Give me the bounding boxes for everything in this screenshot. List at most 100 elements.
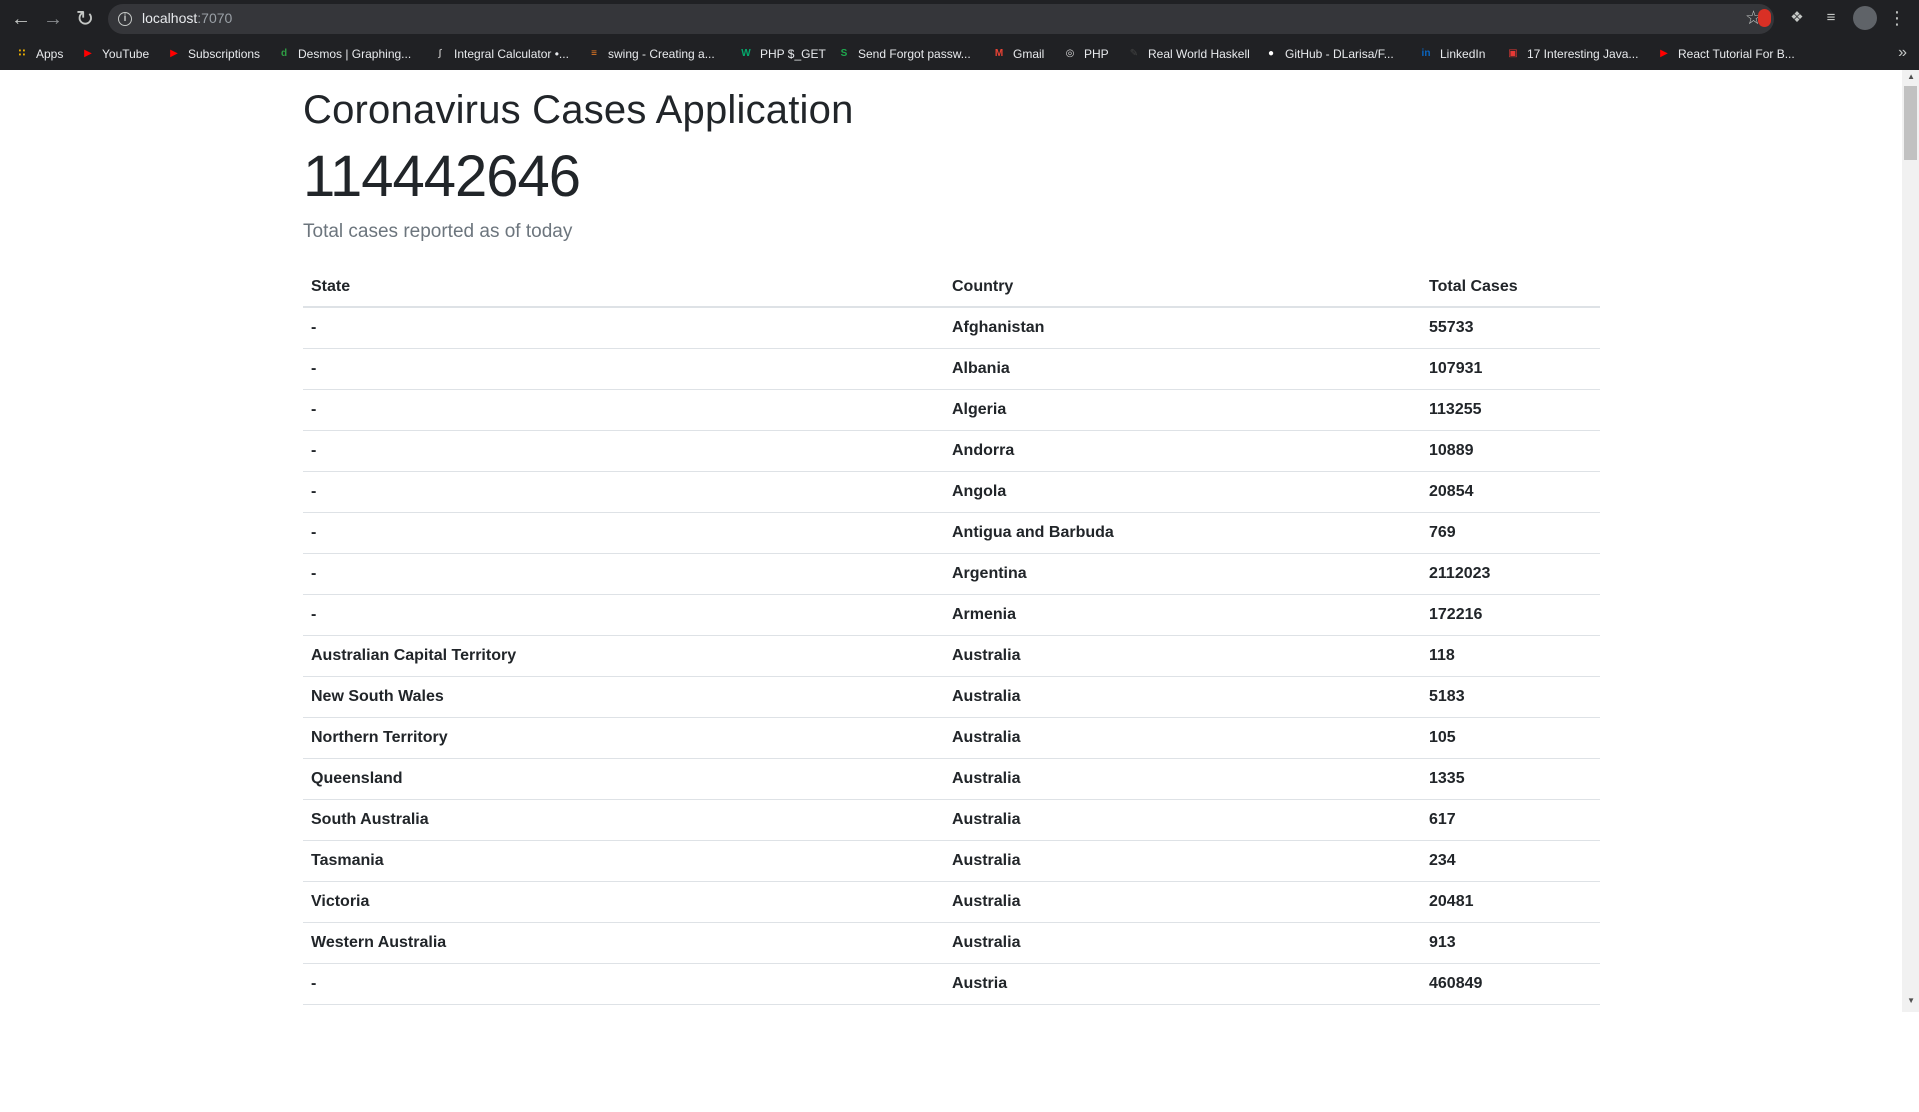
vertical-scrollbar[interactable] — [1902, 70, 1919, 1012]
globe-icon: ◎ — [1065, 48, 1075, 59]
cell-country: Algeria — [944, 389, 1421, 431]
bookmark-item[interactable]: ▶ YouTube — [80, 43, 149, 65]
bookmark-label: GitHub - DLarisa/F... — [1285, 47, 1394, 61]
cases-table: State Country Total Cases - Afghanistan 55… — [303, 268, 1600, 1005]
bookmark-item[interactable]: ∫ Integral Calculator •... — [432, 43, 569, 65]
bookmark-item[interactable]: ▶ Subscriptions — [166, 43, 260, 65]
column-header-total-cases: Total Cases — [1421, 268, 1600, 308]
scroll-up-arrow-icon[interactable]: ▲ — [1907, 72, 1915, 81]
bookmark-item[interactable]: ● GitHub - DLarisa/F... — [1263, 43, 1394, 65]
reload-icon[interactable]: ↻ — [72, 6, 98, 32]
cell-state: - — [303, 553, 944, 595]
total-cases-caption: Total cases reported as of today — [303, 221, 573, 242]
cell-total-cases: 20854 — [1421, 471, 1600, 513]
cell-country: Antigua and Barbuda — [944, 512, 1421, 554]
site-info-icon[interactable]: i — [118, 12, 132, 26]
cell-country: Australia — [944, 676, 1421, 718]
table-row: - Andorra 10889 — [303, 430, 1600, 472]
total-cases-value: 114442646 — [303, 144, 581, 209]
bookmark-label: LinkedIn — [1440, 47, 1486, 61]
table-row: Western Australia Australia 913 — [303, 922, 1600, 964]
profile-avatar[interactable] — [1853, 6, 1877, 30]
table-row: New South Wales Australia 5183 — [303, 676, 1600, 718]
cell-state: Tasmania — [303, 840, 944, 882]
url-text[interactable]: localhost:7070 — [142, 10, 232, 26]
bookmark-label: Send Forgot passw... — [858, 47, 971, 61]
address-bar[interactable]: i localhost:7070 ☆ — [108, 4, 1774, 34]
cell-country: Afghanistan — [944, 307, 1421, 349]
cell-total-cases: 55733 — [1421, 307, 1600, 349]
table-row: - Afghanistan 55733 — [303, 307, 1600, 349]
browser-toolbar: ← → ↻ i localhost:7070 ☆ ❖ ≡ ⋮ — [0, 0, 1919, 37]
cell-country: Australia — [944, 717, 1421, 759]
bookmark-item[interactable]: in LinkedIn — [1418, 43, 1486, 65]
bookmark-label: Integral Calculator •... — [454, 47, 569, 61]
bookmark-item[interactable]: M Gmail — [991, 43, 1045, 65]
bookmark-item[interactable]: ▣ 17 Interesting Java... — [1505, 43, 1638, 65]
scroll-down-arrow-icon[interactable]: ▼ — [1907, 996, 1915, 1005]
cell-total-cases: 172216 — [1421, 594, 1600, 636]
cell-total-cases: 913 — [1421, 922, 1600, 964]
desmos-icon: d — [280, 48, 288, 59]
cell-state: South Australia — [303, 799, 944, 841]
table-row: - Antigua and Barbuda 769 — [303, 512, 1600, 554]
reading-list-icon[interactable]: ≡ — [1820, 7, 1842, 29]
cell-country: Albania — [944, 348, 1421, 390]
bookmark-item[interactable]: W PHP $_GET — [738, 43, 826, 65]
sitepoint-icon: S — [840, 48, 848, 59]
page-title: Coronavirus Cases Application — [303, 88, 854, 132]
recording-extension-icon[interactable] — [1758, 9, 1771, 27]
cell-state: - — [303, 307, 944, 349]
table-row: Northern Territory Australia 105 — [303, 717, 1600, 759]
bookmark-item[interactable]: ≡ swing - Creating a... — [586, 43, 715, 65]
cell-country: Argentina — [944, 553, 1421, 595]
github-icon: ● — [1267, 48, 1275, 59]
youtube-icon: ▶ — [1660, 48, 1668, 59]
bookmarks-overflow-icon[interactable]: » — [1898, 44, 1907, 62]
bookmark-item[interactable]: d Desmos | Graphing... — [276, 43, 411, 65]
cell-country: Australia — [944, 922, 1421, 964]
bookmark-item[interactable]: ✎ Real World Haskell — [1126, 43, 1250, 65]
cell-country: Australia — [944, 635, 1421, 677]
bookmark-item[interactable]: S Send Forgot passw... — [836, 43, 971, 65]
cell-state: - — [303, 512, 944, 554]
extensions-puzzle-icon[interactable]: ❖ — [1786, 7, 1808, 29]
cell-total-cases: 234 — [1421, 840, 1600, 882]
bookmark-label: PHP $_GET — [760, 47, 826, 61]
bookmarks-bar: ∷ Apps ▶ YouTube ▶ Subscriptions d Desmos | Gra… — [0, 40, 1919, 68]
cell-country: Australia — [944, 799, 1421, 841]
forward-arrow-icon[interactable]: → — [40, 6, 66, 32]
bookmark-label: YouTube — [102, 47, 150, 61]
cell-state: - — [303, 963, 944, 1005]
table-row: Victoria Australia 20481 — [303, 881, 1600, 923]
stackoverflow-icon: ≡ — [591, 48, 597, 59]
cell-country: Australia — [944, 881, 1421, 923]
bookmark-label: React Tutorial For B... — [1678, 47, 1795, 61]
bookmark-item[interactable]: ◎ PHP — [1062, 43, 1109, 65]
bookmark-label: swing - Creating a... — [608, 47, 715, 61]
kebab-menu-icon[interactable]: ⋮ — [1886, 7, 1908, 29]
cell-total-cases: 2112023 — [1421, 553, 1600, 595]
column-header-state: State — [303, 268, 944, 308]
bookmark-label: 17 Interesting Java... — [1527, 47, 1639, 61]
cell-state: - — [303, 430, 944, 472]
integral-icon: ∫ — [438, 48, 442, 59]
bookmark-label: Subscriptions — [188, 47, 261, 61]
youtube-icon: ▶ — [84, 48, 92, 59]
bookmark-item[interactable]: ▶ React Tutorial For B... — [1656, 43, 1795, 65]
cell-state: Queensland — [303, 758, 944, 800]
browser-chrome: ← → ↻ i localhost:7070 ☆ ❖ ≡ ⋮ ∷ Apps ▶ You… — [0, 0, 1919, 70]
table-header-row: State Country Total Cases — [303, 268, 1600, 308]
bookmark-item[interactable]: ∷ Apps — [14, 43, 64, 65]
cell-country: Andorra — [944, 430, 1421, 472]
back-arrow-icon[interactable]: ← — [8, 6, 34, 32]
cell-state: - — [303, 348, 944, 390]
table-row: - Albania 107931 — [303, 348, 1600, 390]
cell-state: Australian Capital Territory — [303, 635, 944, 677]
scrollbar-thumb[interactable] — [1904, 86, 1917, 160]
bookmark-label: Apps — [36, 47, 64, 61]
bookmark-label: Real World Haskell — [1148, 47, 1250, 61]
table-row: - Armenia 172216 — [303, 594, 1600, 636]
table-row: - Argentina 2112023 — [303, 553, 1600, 595]
cell-country: Austria — [944, 963, 1421, 1005]
